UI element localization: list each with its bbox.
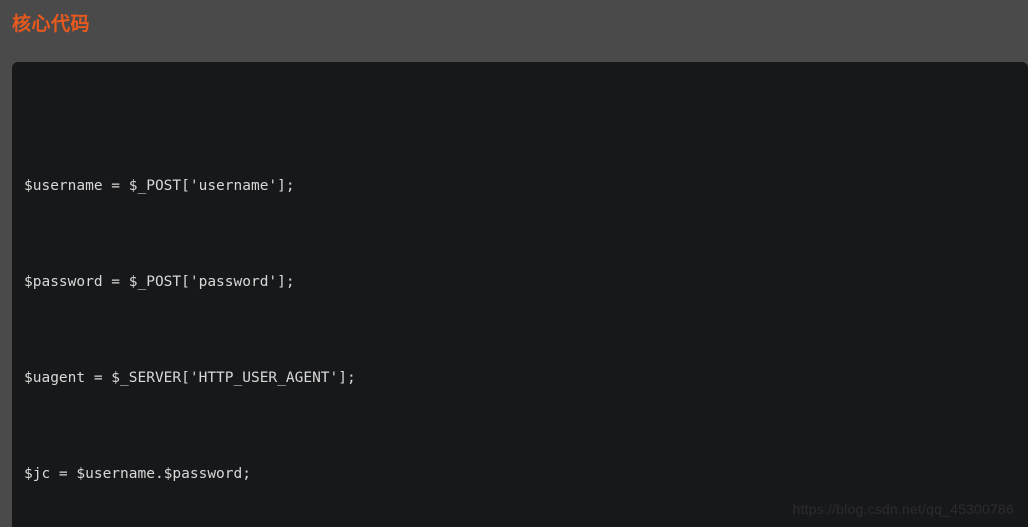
code-content[interactable]: $username = $_POST['username']; $passwor… [24,102,1028,527]
code-line: $jc = $username.$password; [24,466,251,482]
page-title: 核心代码 [12,14,91,35]
code-line: $password = $_POST['password']; [24,274,295,290]
page-root: 核心代码 $username = $_POST['username']; $pa… [0,0,1028,527]
code-block: $username = $_POST['username']; $passwor… [12,62,1028,527]
watermark: https://blog.csdn.net/qq_45300786 [792,501,1014,517]
code-line: $username = $_POST['username']; [24,178,295,194]
code-line: $uagent = $_SERVER['HTTP_USER_AGENT']; [24,370,356,386]
